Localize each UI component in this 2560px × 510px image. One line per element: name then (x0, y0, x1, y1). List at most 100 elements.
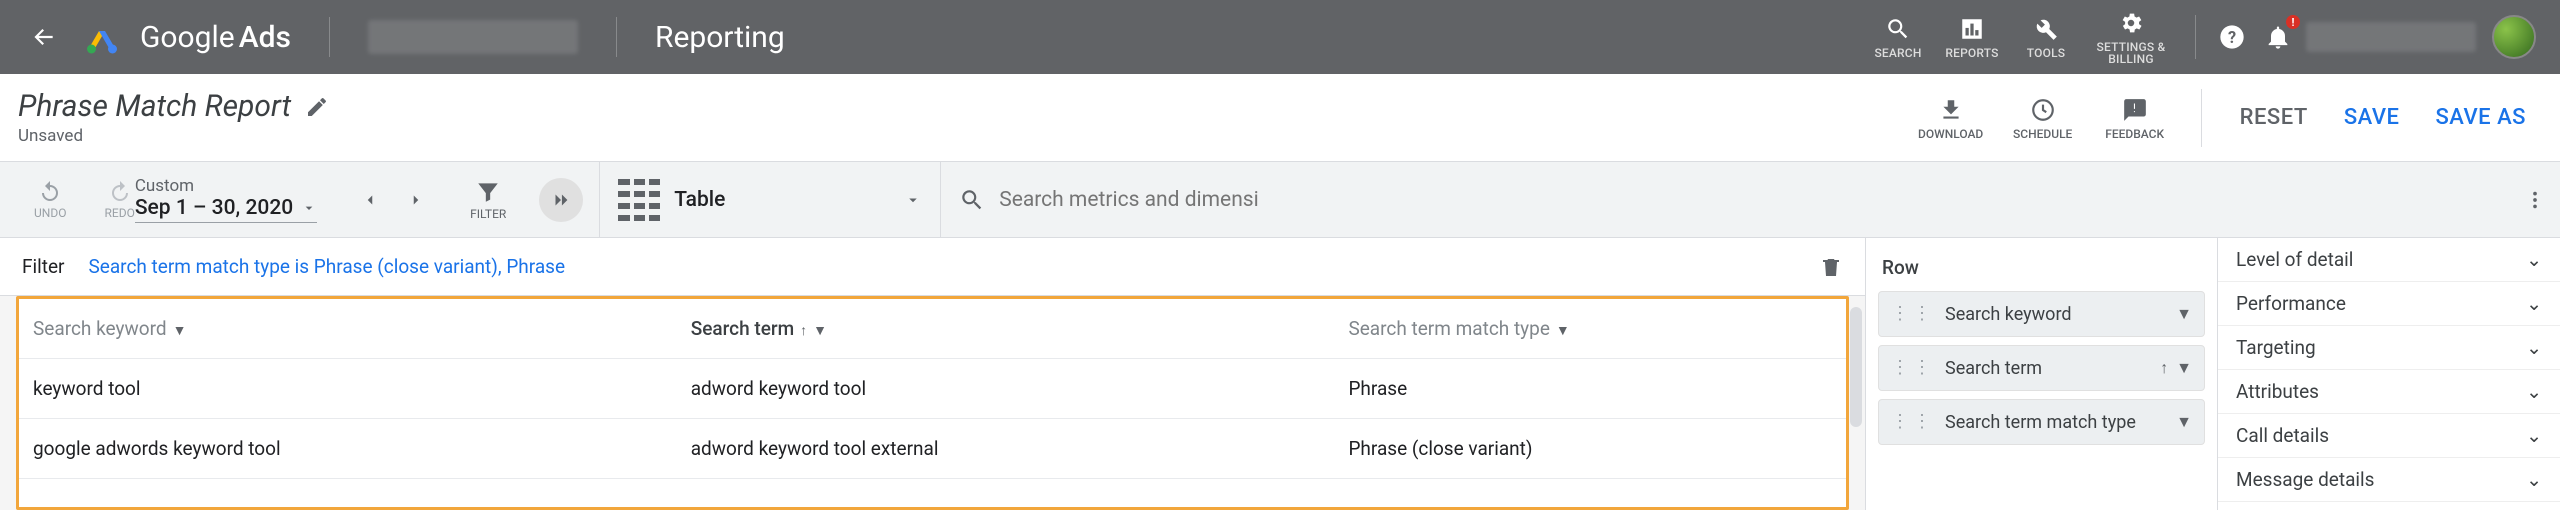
redo-label: REDO (104, 206, 134, 220)
header-search-button[interactable]: SEARCH (1861, 14, 1935, 60)
undo-button[interactable]: UNDO (34, 180, 66, 220)
google-ads-logo-icon (82, 17, 122, 57)
row-pill-search-term[interactable]: ⋮⋮ Search term ↑ ▼ (1878, 345, 2205, 391)
cell: adword keyword tool external (677, 419, 1335, 479)
header-tools-button[interactable]: TOOLS (2009, 14, 2083, 60)
collapse-panel-button[interactable] (539, 178, 583, 222)
main-content: Filter Search term match type is Phrase … (0, 238, 2560, 510)
header-settings-button[interactable]: SETTINGS & BILLING (2083, 8, 2179, 66)
header-reports-button[interactable]: REPORTS (1935, 14, 2009, 60)
download-icon (1938, 95, 1964, 125)
prev-period-button[interactable] (361, 191, 379, 209)
app-header: Google Ads Reporting SEARCH REPORTS TOOL… (0, 0, 2560, 74)
more-options-icon[interactable] (2524, 189, 2546, 211)
feedback-icon (2122, 95, 2148, 125)
date-range-picker[interactable]: Custom Sep 1 – 30, 2020 (135, 176, 333, 223)
date-range-text: Sep 1 – 30, 2020 (135, 196, 293, 220)
filter-button[interactable]: FILTER (453, 179, 523, 221)
cell: google adwords keyword tool (19, 419, 677, 479)
next-period-button[interactable] (407, 191, 425, 209)
col-search-term[interactable]: Search term↑▼ (677, 299, 1335, 359)
schedule-button[interactable]: SCHEDULE (1999, 95, 2087, 141)
results-table: Search keyword▼ Search term↑▼ Search ter… (16, 296, 1849, 510)
cell: keyword tool (19, 359, 677, 419)
col-search-keyword[interactable]: Search keyword▼ (19, 299, 677, 359)
col-match-type[interactable]: Search term match type▼ (1334, 299, 1846, 359)
back-icon[interactable] (24, 17, 64, 57)
brand-ads: Ads (239, 20, 291, 55)
save-button[interactable]: SAVE (2328, 97, 2416, 138)
sort-asc-icon[interactable]: ↑ ▼ (2160, 358, 2192, 378)
reset-button[interactable]: RESET (2224, 97, 2324, 138)
avatar[interactable] (2492, 15, 2536, 59)
redo-button[interactable]: REDO (104, 180, 134, 220)
header-reports-label: REPORTS (1945, 46, 1998, 60)
delete-filter-icon[interactable] (1819, 255, 1843, 279)
chevron-down-icon: ⌄ (2526, 336, 2542, 359)
filter-chip[interactable]: Search term match type is Phrase (close … (88, 255, 565, 278)
cell: adword keyword tool (677, 359, 1335, 419)
filter-label: FILTER (470, 207, 506, 221)
chevron-down-icon: ⌄ (2526, 292, 2542, 315)
metrics-search (941, 187, 2560, 213)
category-targeting[interactable]: Targeting⌄ (2218, 326, 2560, 370)
download-button[interactable]: DOWNLOAD (1907, 95, 1995, 141)
chevron-down-icon: ⌄ (2526, 468, 2542, 491)
metrics-category-panel: Level of detail⌄ Performance⌄ Targeting⌄… (2218, 238, 2560, 510)
help-icon[interactable]: ? (2212, 17, 2252, 57)
chevron-down-icon: ⌄ (2526, 380, 2542, 403)
pill-label: Search term match type (1945, 412, 2136, 433)
row-pill-match-type[interactable]: ⋮⋮ Search term match type ▼ (1878, 399, 2205, 445)
pill-label: Search keyword (1945, 304, 2072, 325)
save-as-button[interactable]: SAVE AS (2419, 97, 2542, 138)
feedback-button[interactable]: FEEDBACK (2091, 95, 2179, 141)
active-filter-bar: Filter Search term match type is Phrase … (0, 238, 1865, 296)
table-row[interactable]: google adwords keyword tool adword keywo… (19, 419, 1846, 479)
chevron-down-icon: ▼ (173, 323, 187, 339)
drag-handle-icon: ⋮⋮ (1891, 417, 1935, 427)
report-title: Phrase Match Report (18, 89, 291, 124)
scrollbar[interactable] (1850, 307, 1862, 427)
drag-handle-icon: ⋮⋮ (1891, 363, 1935, 373)
clock-icon (2030, 95, 2056, 125)
row-pill-search-keyword[interactable]: ⋮⋮ Search keyword ▼ (1878, 291, 2205, 337)
row-dimensions-panel: Row ⋮⋮ Search keyword ▼ ⋮⋮ Search term ↑… (1866, 238, 2218, 510)
table-icon (618, 179, 660, 221)
cell: Phrase (close variant) (1334, 419, 1846, 479)
drag-handle-icon: ⋮⋮ (1891, 309, 1935, 319)
search-icon (959, 187, 985, 213)
notifications-icon[interactable] (2258, 17, 2298, 57)
toolbar-strip: UNDO REDO Custom Sep 1 – 30, 2020 FILTER… (0, 162, 2560, 238)
gear-icon (2118, 8, 2144, 38)
brand-google: Google (140, 20, 235, 55)
chevron-down-icon: ⌄ (2526, 248, 2542, 271)
reports-icon (1959, 14, 1985, 44)
viz-type-selector[interactable]: Table (600, 179, 940, 221)
viz-type-label: Table (674, 188, 725, 212)
pill-label: Search term (1945, 358, 2042, 379)
edit-title-icon[interactable] (305, 95, 329, 119)
category-level-of-detail[interactable]: Level of detail⌄ (2218, 238, 2560, 282)
category-attributes[interactable]: Attributes⌄ (2218, 370, 2560, 414)
funnel-icon (475, 179, 501, 205)
table-row[interactable]: keyword tool adword keyword tool Phrase (19, 359, 1846, 419)
notification-badge (2284, 13, 2302, 31)
category-performance[interactable]: Performance⌄ (2218, 282, 2560, 326)
chevron-down-icon: ▼ (1556, 323, 1570, 339)
report-title-bar: Phrase Match Report Unsaved DOWNLOAD SCH… (0, 74, 2560, 162)
metrics-search-input[interactable] (999, 188, 1259, 212)
svg-text:?: ? (2228, 28, 2236, 47)
row-panel-heading: Row (1878, 248, 2205, 291)
date-mode: Custom (135, 176, 317, 196)
category-call-details[interactable]: Call details⌄ (2218, 414, 2560, 458)
category-message-details[interactable]: Message details⌄ (2218, 458, 2560, 502)
search-icon (1885, 14, 1911, 44)
chevron-down-icon[interactable]: ▼ (2176, 412, 2192, 432)
account-selector[interactable] (368, 20, 578, 54)
breadcrumb: Reporting (655, 20, 785, 55)
filter-word: Filter (22, 255, 64, 278)
sort-asc-icon: ↑ (800, 323, 807, 339)
wrench-icon (2033, 14, 2059, 44)
chevron-down-icon[interactable]: ▼ (2176, 304, 2192, 324)
header-settings-label-b: BILLING (2108, 52, 2153, 66)
